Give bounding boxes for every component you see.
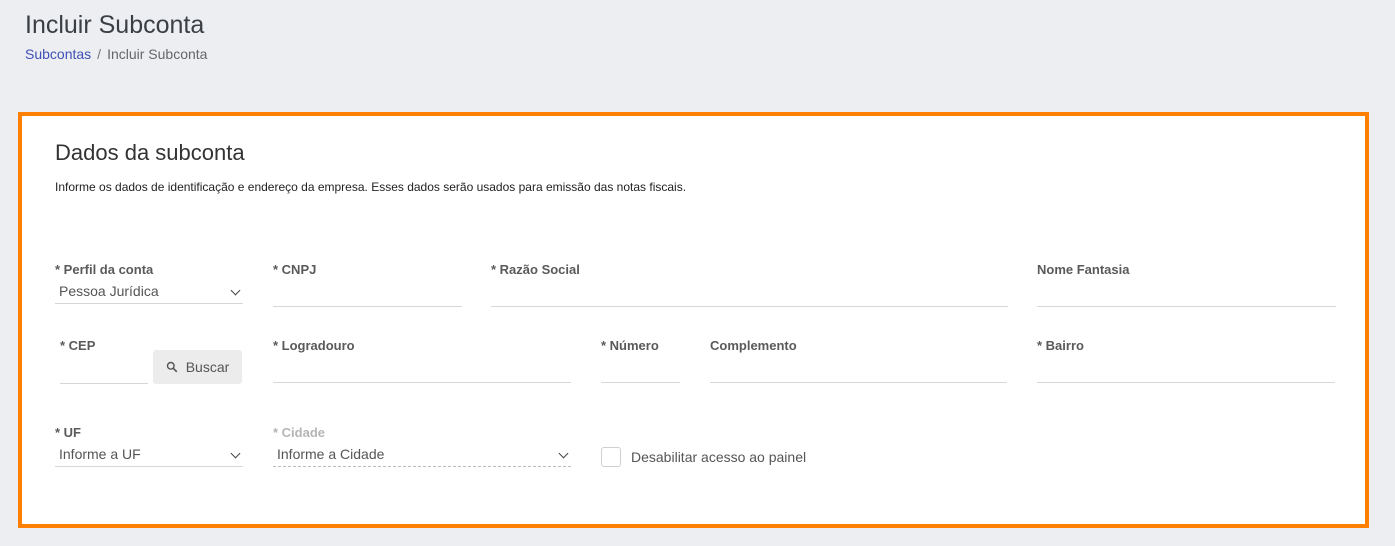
numero-input[interactable]: [601, 360, 680, 383]
logradouro-field: * Logradouro: [273, 338, 571, 383]
card-description: Informe os dados de identificação e ende…: [55, 180, 687, 194]
chevron-down-icon: [230, 285, 241, 296]
perfil-select[interactable]: Pessoa Jurídica: [55, 281, 243, 304]
cep-label: * CEP: [60, 338, 96, 353]
cnpj-label: * CNPJ: [273, 262, 317, 277]
uf-label: * UF: [55, 425, 81, 440]
razao-social-input[interactable]: [491, 284, 1008, 307]
uf-value: Informe a UF: [59, 446, 141, 462]
cnpj-field: * CNPJ: [273, 262, 462, 307]
subconta-form-card: Dados da subconta Informe os dados de id…: [18, 112, 1369, 528]
nome-fantasia-label: Nome Fantasia: [1037, 262, 1130, 277]
desabilitar-acesso-label: Desabilitar acesso ao painel: [631, 449, 807, 465]
logradouro-input[interactable]: [273, 360, 571, 383]
nome-fantasia-input[interactable]: [1037, 284, 1336, 307]
cidade-field: * Cidade Informe a Cidade: [273, 425, 571, 467]
logradouro-label: * Logradouro: [273, 338, 355, 353]
bairro-input[interactable]: [1037, 360, 1335, 383]
uf-select[interactable]: Informe a UF: [55, 444, 243, 467]
breadcrumb: Subcontas / Incluir Subconta: [25, 46, 207, 62]
perfil-value: Pessoa Jurídica: [59, 283, 159, 299]
razao-social-label: * Razão Social: [491, 262, 580, 277]
cidade-value: Informe a Cidade: [277, 446, 385, 462]
perfil-label: * Perfil da conta: [55, 262, 154, 277]
numero-field: * Número: [601, 338, 680, 383]
cep-field: * CEP: [60, 338, 148, 384]
desabilitar-acesso-checkbox[interactable]: [601, 447, 621, 467]
cidade-label: * Cidade: [273, 425, 326, 440]
page-title: Incluir Subconta: [25, 11, 205, 39]
cnpj-input[interactable]: [273, 284, 462, 307]
card-title: Dados da subconta: [55, 140, 245, 165]
complemento-label: Complemento: [710, 338, 797, 353]
uf-field: * UF Informe a UF: [55, 425, 243, 467]
bairro-label: * Bairro: [1037, 338, 1084, 353]
buscar-button[interactable]: Buscar: [153, 350, 242, 384]
desabilitar-acesso-option: Desabilitar acesso ao painel: [601, 447, 806, 467]
breadcrumb-link-subcontas[interactable]: Subcontas: [25, 46, 91, 62]
chevron-down-icon: [230, 448, 241, 459]
search-icon: [166, 361, 178, 373]
complemento-input[interactable]: [710, 360, 1007, 383]
perfil-field: * Perfil da conta Pessoa Jurídica: [55, 262, 243, 304]
cidade-select[interactable]: Informe a Cidade: [273, 444, 571, 467]
nome-fantasia-field: Nome Fantasia: [1037, 262, 1336, 307]
bairro-field: * Bairro: [1037, 338, 1335, 383]
buscar-button-label: Buscar: [185, 359, 230, 375]
breadcrumb-separator: /: [97, 46, 102, 62]
breadcrumb-current: Incluir Subconta: [107, 46, 208, 62]
numero-label: * Número: [601, 338, 659, 353]
chevron-down-icon: [558, 448, 569, 459]
cep-input[interactable]: [60, 361, 148, 384]
complemento-field: Complemento: [710, 338, 1007, 383]
razao-social-field: * Razão Social: [491, 262, 1008, 307]
